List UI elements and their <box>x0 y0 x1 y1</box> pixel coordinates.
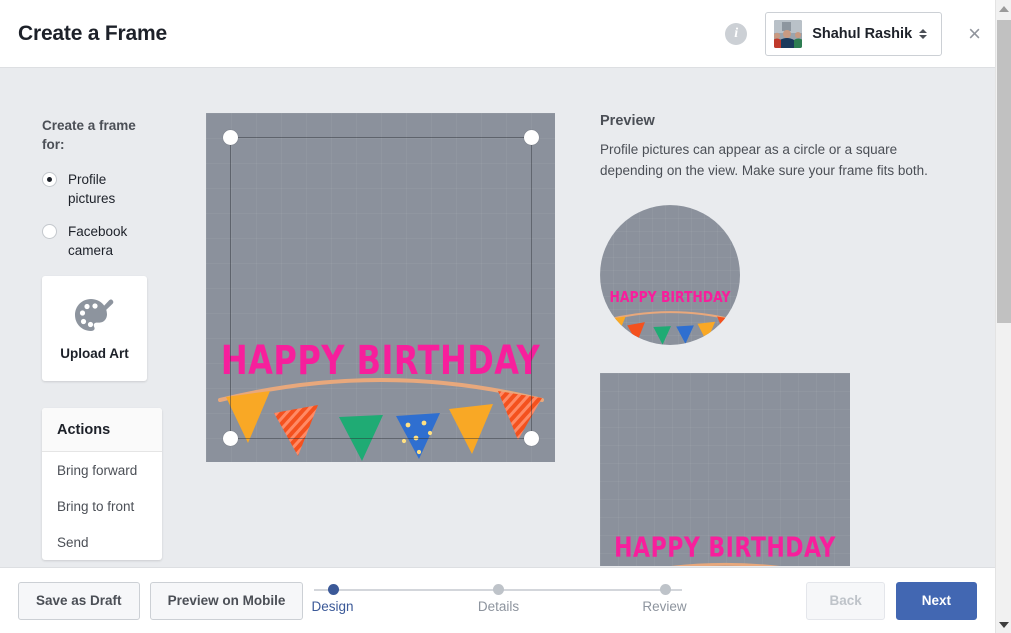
palette-brush-icon <box>74 298 113 331</box>
close-icon[interactable]: × <box>964 19 985 49</box>
dialog-footer: Save as Draft Preview on Mobile Design D… <box>0 567 995 633</box>
preview-description: Profile pictures can appear as a circle … <box>600 142 928 178</box>
resize-handle-bottom-left[interactable] <box>223 431 238 446</box>
save-as-draft-button[interactable]: Save as Draft <box>18 581 140 620</box>
info-icon[interactable]: i <box>725 22 748 45</box>
radio-icon-facebook-camera[interactable] <box>42 224 57 239</box>
scroll-up-arrow-icon[interactable] <box>996 0 1011 17</box>
resize-handle-top-left[interactable] <box>223 130 238 145</box>
next-button[interactable]: Next <box>895 581 977 620</box>
selection-box <box>223 130 539 446</box>
preview-on-mobile-button[interactable]: Preview on Mobile <box>149 581 304 620</box>
preview-square: HAPPY BIRTHDAY <box>600 373 850 566</box>
resize-handle-bottom-right[interactable] <box>524 431 539 446</box>
radio-option-facebook-camera[interactable]: Facebook camera <box>42 222 200 260</box>
user-selector[interactable]: Shahul Rashik <box>765 11 943 56</box>
page-title: Create a Frame <box>18 21 167 45</box>
preview-circle: HAPPY BIRTHDAY <box>600 205 740 345</box>
scroll-down-arrow-icon[interactable] <box>996 616 1011 633</box>
vertical-scrollbar[interactable] <box>995 0 1011 633</box>
stepper-dot-design[interactable] <box>327 584 339 595</box>
preview-circle-bunting-icon <box>604 311 736 345</box>
stepper-label-details[interactable]: Details <box>478 599 519 614</box>
upload-art-button[interactable]: Upload Art <box>42 276 147 381</box>
stepper-dot-details[interactable] <box>492 584 504 595</box>
stepper-label-design[interactable]: Design <box>311 599 353 614</box>
scrollbar-thumb[interactable] <box>997 20 1011 323</box>
stepper-dot-review[interactable] <box>659 584 671 595</box>
preview-square-text: HAPPY BIRTHDAY <box>614 532 836 565</box>
dialog-header: Create a Frame i Shahul Rashik × <box>0 0 995 68</box>
back-button[interactable]: Back <box>806 581 885 620</box>
preview-panel: Preview Profile pictures can appear as a… <box>600 113 950 566</box>
radio-label-profile-pictures: Profile pictures <box>68 172 116 206</box>
footer-nav-buttons: Back Next <box>806 581 977 620</box>
radio-label-facebook-camera: Facebook camera <box>68 224 128 258</box>
actions-title: Actions <box>42 408 162 452</box>
action-bring-to-front[interactable]: Bring to front <box>42 488 162 524</box>
header-actions: i Shahul Rashik × <box>725 11 995 56</box>
actions-panel: Actions Bring forward Bring to front Sen… <box>42 408 162 560</box>
create-frame-for-label: Create a frame for: <box>42 118 136 152</box>
user-name: Shahul Rashik <box>812 25 913 42</box>
radio-option-profile-pictures[interactable]: Profile pictures <box>42 170 200 208</box>
stepper-label-review[interactable]: Review <box>642 599 686 614</box>
progress-stepper: Design Details Review <box>308 584 688 617</box>
action-send[interactable]: Send <box>42 524 162 560</box>
radio-icon-profile-pictures[interactable] <box>42 172 57 187</box>
preview-title: Preview <box>600 113 655 129</box>
left-sidebar: Create a frame for: Profile pictures Fac… <box>0 69 200 560</box>
preview-circle-text: HAPPY BIRTHDAY <box>609 287 731 306</box>
chevron-updown-icon <box>919 28 928 39</box>
stepper-track <box>308 584 688 595</box>
frame-canvas[interactable]: HAPPY BIRTHDAY <box>206 113 555 462</box>
stepper-labels: Design Details Review <box>308 599 688 617</box>
avatar <box>774 19 803 48</box>
action-bring-forward[interactable]: Bring forward <box>42 452 162 488</box>
upload-art-label: Upload Art <box>60 345 129 361</box>
resize-handle-top-right[interactable] <box>524 130 539 145</box>
create-frame-dialog: Create a Frame i Shahul Rashik × Create … <box>0 0 1011 633</box>
dialog-body: Create a frame for: Profile pictures Fac… <box>0 69 995 566</box>
